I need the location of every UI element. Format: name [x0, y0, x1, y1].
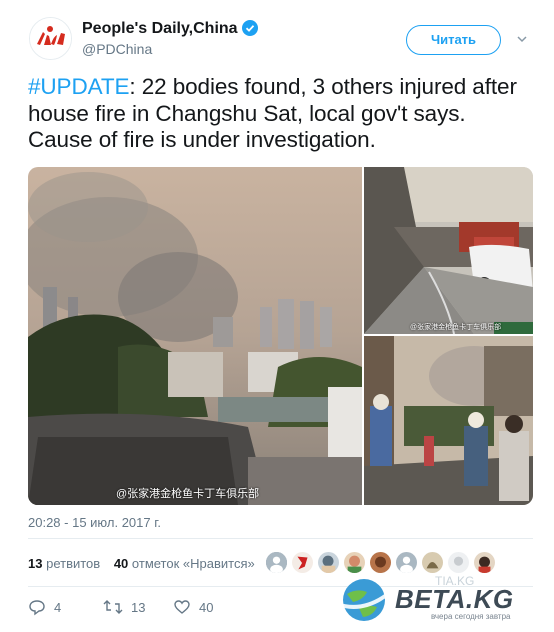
default-avatar-icon	[266, 552, 287, 573]
photo-main-fire[interactable]: @张家港金枪鱼卡丁车俱乐部	[28, 167, 362, 505]
peoples-daily-logo-icon	[30, 18, 71, 59]
likes-label[interactable]: отметок «Нравится»	[132, 556, 255, 571]
liker-photo-icon	[370, 552, 391, 573]
tweet-timestamp[interactable]: 20:28 - 15 июл. 2017 г.	[28, 515, 161, 530]
watermark-tagline: вчера сегодня завтра	[431, 612, 511, 621]
retweet-icon	[103, 600, 123, 614]
verified-badge-icon	[241, 20, 258, 36]
watermark-faint: TIA.KG	[435, 574, 475, 588]
retweets-label[interactable]: ретвитов	[46, 556, 100, 571]
chevron-down-icon[interactable]	[516, 33, 528, 45]
retweets-stat[interactable]: 13 ретвитов	[28, 556, 100, 571]
likes-stat[interactable]: 40 отметок «Нравится»	[114, 556, 255, 571]
divider-top	[28, 538, 533, 539]
liker-avatar[interactable]	[447, 551, 470, 574]
tweet-text: #UPDATE: 22 bodies found, 3 others injur…	[28, 74, 533, 154]
photo-crowd-image	[364, 336, 533, 505]
account-name-text[interactable]: People's Daily,China	[82, 20, 238, 37]
follow-button[interactable]: Читать	[406, 25, 501, 55]
liker-avatar[interactable]	[265, 551, 288, 574]
photo-street-image	[364, 167, 533, 334]
liker-avatar[interactable]	[473, 551, 496, 574]
default-avatar-icon	[396, 552, 417, 573]
photo-street-firetrucks[interactable]: @张家港金枪鱼卡丁车俱乐部	[364, 167, 533, 334]
like-button[interactable]: 40	[173, 598, 213, 616]
account-name[interactable]: People's Daily,China	[82, 20, 258, 38]
retweet-count: 13	[131, 600, 146, 615]
photo-watermark: @张家港金枪鱼卡丁车俱乐部	[116, 488, 260, 500]
liker-photo-icon	[292, 552, 313, 573]
liker-photo-icon	[448, 552, 469, 573]
liker-photo-icon	[318, 552, 339, 573]
photo-watermark-small: @张家港金枪鱼卡丁车俱乐部	[410, 324, 502, 331]
reply-button[interactable]: 4	[28, 598, 61, 616]
liker-avatar[interactable]	[421, 551, 444, 574]
retweet-button[interactable]: 13	[103, 598, 145, 616]
site-watermark: BETA.KG вчера сегодня завтра TIA.KG	[335, 574, 550, 627]
photo-main-image	[28, 167, 362, 505]
account-handle[interactable]: @PDChina	[82, 41, 152, 57]
liker-avatar[interactable]	[395, 551, 418, 574]
reply-count: 4	[54, 600, 62, 615]
watermark-brand: BETA.KG	[395, 584, 514, 614]
heart-icon	[174, 600, 190, 614]
liker-avatar[interactable]	[291, 551, 314, 574]
liker-photo-icon	[344, 552, 365, 573]
liker-photo-icon	[474, 552, 495, 573]
liker-photo-icon	[422, 552, 443, 573]
like-count: 40	[199, 600, 214, 615]
photo-grid: @张家港金枪鱼卡丁车俱乐部 @张家港金枪鱼卡丁车俱乐部	[28, 167, 533, 505]
tweet-header: People's Daily,China @PDChina Читать	[0, 0, 554, 66]
account-avatar[interactable]	[29, 17, 72, 60]
liker-avatar[interactable]	[343, 551, 366, 574]
reply-icon	[29, 600, 45, 616]
tweet-stats: 13 ретвитов 40 отметок «Нравится»	[28, 556, 255, 571]
likes-count[interactable]: 40	[114, 556, 128, 571]
photo-crowd-smoke[interactable]	[364, 336, 533, 505]
liker-avatar[interactable]	[317, 551, 340, 574]
liker-avatar[interactable]	[369, 551, 392, 574]
hashtag-link[interactable]: #UPDATE	[28, 74, 130, 99]
retweets-count[interactable]: 13	[28, 556, 42, 571]
